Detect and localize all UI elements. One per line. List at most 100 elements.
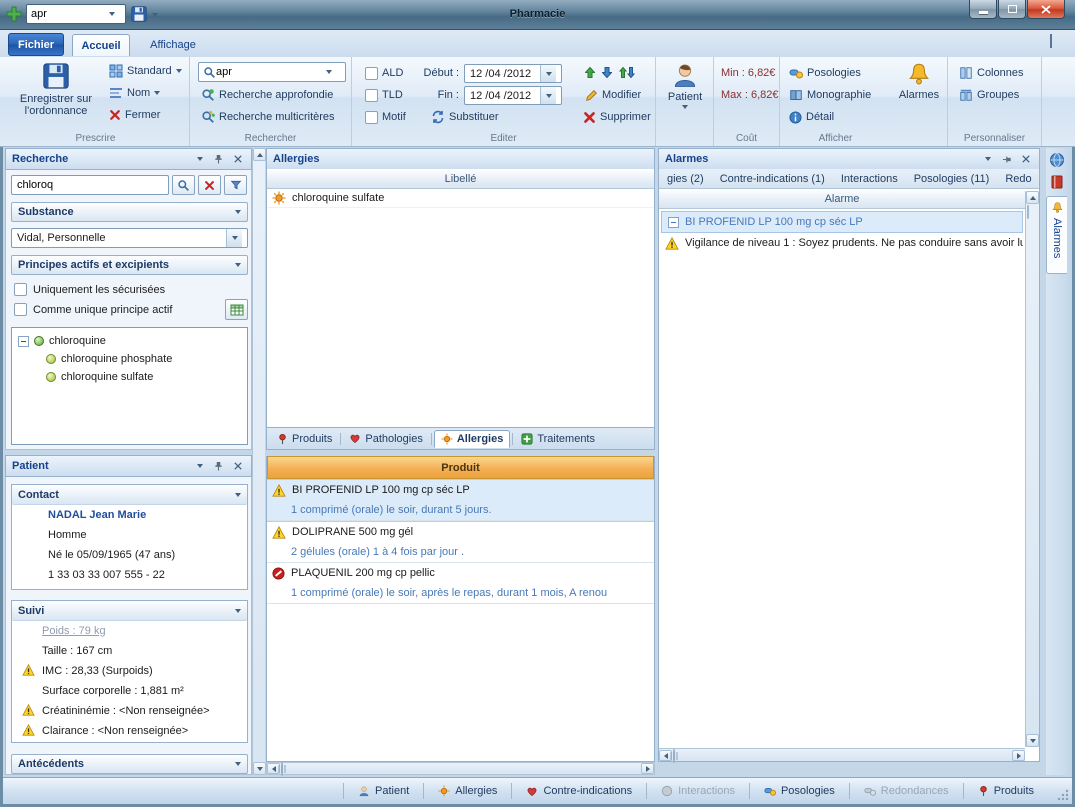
principes-section-bar[interactable]: Principes actifs et excipients <box>11 255 248 275</box>
tab-affichage[interactable]: Affichage <box>140 34 206 56</box>
close-icon[interactable] <box>230 152 245 166</box>
collapse-icon[interactable] <box>18 336 29 347</box>
vidal-globe-icon[interactable] <box>1049 152 1065 168</box>
reorder-button[interactable] <box>619 66 635 79</box>
status-posologies[interactable]: Posologies <box>764 785 835 797</box>
tab-allergies-count[interactable]: gies (2) <box>661 171 710 187</box>
allergy-row[interactable]: chloroquine sulfate <box>267 189 654 208</box>
tld-checkbox[interactable]: TLD <box>362 85 406 105</box>
maximize-button[interactable] <box>998 0 1026 19</box>
product-group[interactable]: PLAQUENIL 200 mg cp pellic 1 comprimé (o… <box>267 563 654 604</box>
scroll-down-button[interactable] <box>1026 734 1039 747</box>
tab-posologies-count[interactable]: Posologies (11) <box>908 171 996 187</box>
scroll-thumb[interactable] <box>281 762 283 776</box>
ribbon-search-box[interactable] <box>198 62 346 82</box>
groupes-button[interactable]: Groupes <box>956 85 1022 105</box>
alarmes-hscrollbar[interactable] <box>659 748 1025 761</box>
tab-allergies[interactable]: Allergies <box>434 430 510 448</box>
alarm-row[interactable]: Vigilance de niveau 1 : Soyez prudents. … <box>659 233 1023 253</box>
move-down-button[interactable] <box>602 66 612 79</box>
clear-search-button[interactable] <box>198 175 221 195</box>
tree-item-root[interactable]: chloroquine <box>12 332 247 350</box>
minimize-button[interactable] <box>969 0 997 19</box>
recherche-multicriteres-button[interactable]: Recherche multicritères <box>198 107 338 127</box>
libelle-column-header[interactable]: Libellé <box>267 169 654 189</box>
panel-menu-icon[interactable] <box>980 152 995 166</box>
tab-interactions[interactable]: Interactions <box>835 171 904 187</box>
status-produits[interactable]: Produits <box>978 785 1034 797</box>
ribbon-search-input[interactable] <box>216 66 326 78</box>
close-button[interactable] <box>1027 0 1065 19</box>
close-icon[interactable] <box>1018 152 1033 166</box>
nom-button[interactable]: Nom <box>106 83 163 103</box>
scroll-thumb[interactable] <box>673 749 675 763</box>
tab-traitements[interactable]: Traitements <box>515 431 601 447</box>
status-contre-indications[interactable]: Contre-indications <box>526 785 632 797</box>
search-go-button[interactable] <box>172 175 195 195</box>
status-patient[interactable]: Patient <box>358 785 409 797</box>
panel-menu-icon[interactable] <box>192 152 207 166</box>
monographie-button[interactable]: Monographie <box>786 85 874 105</box>
tab-accueil[interactable]: Accueil <box>72 34 130 56</box>
ald-checkbox[interactable]: ALD <box>362 63 406 83</box>
posologies-button[interactable]: Posologies <box>786 63 864 83</box>
tab-contre-indications-count[interactable]: Contre-indications (1) <box>714 171 831 187</box>
tree-item-child[interactable]: chloroquine phosphate <box>12 350 247 368</box>
red-book-icon[interactable] <box>1049 174 1065 190</box>
tree-item-child[interactable]: chloroquine sulfate <box>12 368 247 386</box>
middle-hscrollbar[interactable] <box>266 762 655 775</box>
tab-redondances[interactable]: Redo <box>999 171 1037 187</box>
autohide-pin-icon[interactable] <box>999 152 1014 166</box>
antecedents-section-bar[interactable]: Antécédents <box>11 754 248 774</box>
fin-date-field[interactable]: 12 /04 /2012 <box>464 86 562 105</box>
alarm-group-row[interactable]: BI PROFENID LP 100 mg cp séc LP <box>661 211 1023 233</box>
scroll-right-button[interactable] <box>1012 750 1025 761</box>
scroll-down-button[interactable] <box>253 762 266 775</box>
scroll-thumb[interactable] <box>1027 205 1029 219</box>
scroll-up-button[interactable] <box>253 148 266 161</box>
scroll-up-button[interactable] <box>1026 191 1039 204</box>
move-up-button[interactable] <box>585 66 595 79</box>
tab-produits[interactable]: Produits <box>271 431 338 447</box>
chevron-down-icon[interactable] <box>540 87 556 104</box>
detail-button[interactable]: Détail <box>786 107 837 127</box>
chevron-down-icon[interactable] <box>226 229 242 247</box>
standard-button[interactable]: Standard <box>106 61 185 81</box>
table-view-button[interactable] <box>225 299 248 320</box>
colonnes-button[interactable]: Colonnes <box>956 63 1026 83</box>
substituer-button[interactable]: Substituer <box>428 107 502 127</box>
filter-button[interactable] <box>224 175 247 195</box>
recherche-approfondie-button[interactable]: Recherche approfondie <box>198 85 336 105</box>
suivi-section-bar[interactable]: Suivi <box>12 601 247 621</box>
debut-date-field[interactable]: 12 /04 /2012 <box>464 64 562 83</box>
collapse-ribbon-icon[interactable] <box>1050 36 1052 48</box>
source-combo[interactable]: Vidal, Personnelle <box>11 228 248 248</box>
alarmes-autohide-tab[interactable]: Alarmes <box>1046 196 1067 274</box>
product-group[interactable]: BI PROFENID LP 100 mg cp séc LP 1 compri… <box>267 479 654 522</box>
substance-search-input[interactable] <box>17 179 163 191</box>
produit-column-header[interactable]: Produit <box>267 456 654 479</box>
modifier-button[interactable]: Modifier <box>582 85 644 105</box>
pin-icon[interactable] <box>211 152 226 166</box>
left-dock-scrollbar[interactable] <box>252 148 265 775</box>
substance-section-bar[interactable]: Substance <box>11 202 248 222</box>
principe-actif-checkbox[interactable]: Comme unique principe actif <box>14 303 172 316</box>
tab-fichier[interactable]: Fichier <box>8 33 64 56</box>
close-icon[interactable] <box>230 459 245 473</box>
motif-checkbox[interactable]: Motif <box>362 107 409 127</box>
collapse-icon[interactable] <box>668 217 679 228</box>
save-prescription-button[interactable]: Enregistrer sur l'ordonnance <box>10 60 102 126</box>
resize-grip[interactable] <box>1057 789 1069 801</box>
product-group[interactable]: DOLIPRANE 500 mg gél 2 gélules (orale) 1… <box>267 522 654 563</box>
substance-search-box[interactable] <box>11 175 169 195</box>
contact-section-bar[interactable]: Contact <box>12 485 247 505</box>
chevron-down-icon[interactable] <box>540 65 556 82</box>
securisees-checkbox[interactable]: Uniquement les sécurisées <box>14 283 165 296</box>
panel-menu-icon[interactable] <box>192 459 207 473</box>
pin-icon[interactable] <box>211 459 226 473</box>
alarme-column-header[interactable]: Alarme <box>659 189 1025 209</box>
patient-button[interactable]: Patient <box>661 60 709 128</box>
status-allergies[interactable]: Allergies <box>438 785 497 797</box>
fermer-button[interactable]: Fermer <box>106 105 163 125</box>
tab-pathologies[interactable]: Pathologies <box>343 431 429 447</box>
